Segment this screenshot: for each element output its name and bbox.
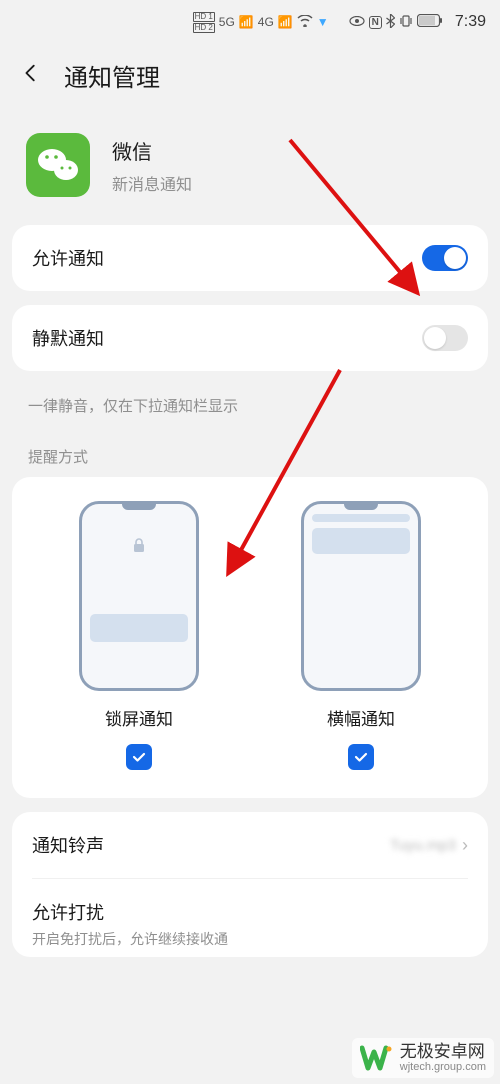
check-icon — [131, 749, 147, 765]
watermark-name: 无极安卓网 — [400, 1043, 486, 1062]
vibrate-icon — [399, 14, 413, 31]
watermark-logo-icon — [360, 1042, 392, 1074]
lockscreen-mode-label: 锁屏通知 — [105, 705, 173, 730]
page-title: 通知管理 — [64, 58, 160, 93]
allow-notification-card: 允许通知 — [12, 225, 488, 291]
chevron-right-icon: › — [462, 835, 468, 856]
app-subtitle: 新消息通知 — [112, 171, 192, 195]
status-time: 7:39 — [455, 13, 486, 31]
dnd-label: 允许打扰 — [32, 899, 228, 925]
ringtone-label: 通知铃声 — [32, 832, 104, 858]
notification-mode-card: 锁屏通知 横幅通知 — [12, 477, 488, 798]
status-icons-left: HD 1 HD 2 5G 📶 4G 📶 ▼ — [193, 12, 329, 33]
dnd-row[interactable]: 允许打扰 开启免打扰后，允许继续接收通 — [12, 879, 488, 957]
allow-notification-label: 允许通知 — [32, 245, 104, 271]
silent-notification-row[interactable]: 静默通知 — [12, 305, 488, 371]
app-name: 微信 — [112, 136, 192, 165]
signal-bars-icon: 📶 — [278, 15, 293, 29]
allow-notification-row[interactable]: 允许通知 — [12, 225, 488, 291]
dnd-sub: 开启免打扰后，允许继续接收通 — [32, 929, 228, 949]
wifi-icon — [297, 15, 313, 30]
silent-hint: 一律静音，仅在下拉通知栏显示 — [0, 385, 500, 418]
lock-icon — [130, 536, 148, 554]
app-info-row: 微信 新消息通知 — [0, 111, 500, 225]
signal-5g-icon: 5G — [219, 15, 235, 29]
ringtone-value: Tuyu.mp3 — [390, 837, 456, 854]
mode-section-label: 提醒方式 — [0, 418, 500, 477]
battery-icon — [417, 14, 443, 30]
shield-icon: ▼ — [317, 15, 329, 29]
nfc-icon: N — [369, 16, 382, 29]
lockscreen-checkbox[interactable] — [126, 744, 152, 770]
signal-bars-icon: 📶 — [239, 15, 254, 29]
silent-notification-toggle[interactable] — [422, 325, 468, 351]
ringtone-card: 通知铃声 Tuyu.mp3 › 允许打扰 开启免打扰后，允许继续接收通 — [12, 812, 488, 957]
silent-notification-card: 静默通知 — [12, 305, 488, 371]
bluetooth-icon — [386, 14, 395, 31]
banner-checkbox[interactable] — [348, 744, 374, 770]
status-icons-right: N — [349, 14, 443, 31]
allow-notification-toggle[interactable] — [422, 245, 468, 271]
back-button[interactable] — [20, 62, 42, 89]
watermark: 无极安卓网 wjtech.group.com — [352, 1038, 494, 1078]
ringtone-row[interactable]: 通知铃声 Tuyu.mp3 › — [12, 812, 488, 878]
lockscreen-mode-item[interactable]: 锁屏通知 — [79, 501, 199, 770]
watermark-url: wjtech.group.com — [400, 1061, 486, 1073]
banner-mode-label: 横幅通知 — [327, 705, 395, 730]
signal-4g-icon: 4G — [258, 15, 274, 29]
silent-notification-label: 静默通知 — [32, 325, 104, 351]
hd-indicator: HD 1 HD 2 — [193, 12, 215, 33]
eye-icon — [349, 15, 365, 29]
banner-phone-preview — [301, 501, 421, 691]
page-header: 通知管理 — [0, 44, 500, 111]
status-bar: HD 1 HD 2 5G 📶 4G 📶 ▼ N 7:39 — [0, 0, 500, 44]
lockscreen-phone-preview — [79, 501, 199, 691]
wechat-app-icon — [26, 133, 90, 197]
check-icon — [353, 749, 369, 765]
banner-mode-item[interactable]: 横幅通知 — [301, 501, 421, 770]
